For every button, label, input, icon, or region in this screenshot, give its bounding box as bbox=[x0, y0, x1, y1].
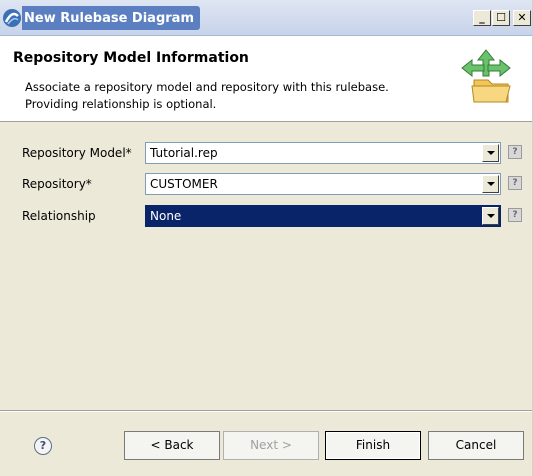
page-description: Associate a repository model and reposit… bbox=[25, 79, 389, 113]
dialog-window: New Rulebase Diagram _ ☐ ✕ Repository Mo… bbox=[0, 0, 533, 476]
relationship-combo[interactable]: None bbox=[145, 205, 501, 227]
maximize-icon: ☐ bbox=[496, 11, 506, 24]
chevron-down-icon[interactable] bbox=[482, 207, 499, 225]
folder-arrows-icon bbox=[461, 49, 511, 103]
relationship-label: Relationship bbox=[22, 209, 96, 223]
minimize-button[interactable]: _ bbox=[473, 10, 491, 26]
repository-model-value: Tutorial.rep bbox=[150, 146, 218, 160]
chevron-down-icon[interactable] bbox=[482, 144, 499, 162]
relationship-row: Relationship None ? bbox=[0, 205, 532, 229]
repository-combo[interactable]: CUSTOMER bbox=[145, 173, 501, 195]
close-icon: ✕ bbox=[517, 11, 527, 24]
relationship-value: None bbox=[150, 209, 182, 223]
close-button[interactable]: ✕ bbox=[513, 10, 531, 26]
repository-row: Repository* CUSTOMER ? bbox=[0, 173, 532, 197]
finish-button[interactable]: Finish bbox=[325, 431, 421, 460]
page-title: Repository Model Information bbox=[13, 50, 249, 66]
wizard-header: Repository Model Information Associate a… bbox=[0, 36, 532, 122]
repository-help-icon[interactable]: ? bbox=[508, 176, 522, 190]
window-title: New Rulebase Diagram bbox=[22, 6, 200, 30]
minimize-icon: _ bbox=[479, 11, 485, 24]
chevron-down-icon[interactable] bbox=[482, 175, 499, 193]
repository-model-combo[interactable]: Tutorial.rep bbox=[145, 142, 501, 164]
relationship-help-icon[interactable]: ? bbox=[508, 208, 522, 222]
repository-model-row: Repository Model* Tutorial.rep ? bbox=[0, 142, 532, 166]
next-button[interactable]: Next > bbox=[223, 431, 319, 460]
cancel-button[interactable]: Cancel bbox=[428, 431, 524, 460]
maximize-button[interactable]: ☐ bbox=[492, 10, 510, 26]
repository-model-help-icon[interactable]: ? bbox=[508, 145, 522, 159]
repository-model-label: Repository Model* bbox=[22, 146, 132, 160]
app-icon bbox=[3, 9, 21, 27]
help-icon[interactable]: ? bbox=[34, 437, 52, 455]
back-button[interactable]: < Back bbox=[124, 431, 220, 460]
description-line-1: Associate a repository model and reposit… bbox=[25, 80, 389, 94]
repository-label: Repository* bbox=[22, 177, 92, 191]
title-bar[interactable]: New Rulebase Diagram _ ☐ ✕ bbox=[0, 0, 532, 36]
footer-divider bbox=[0, 410, 532, 412]
repository-value: CUSTOMER bbox=[150, 177, 218, 191]
description-line-2: Providing relationship is optional. bbox=[25, 97, 217, 111]
